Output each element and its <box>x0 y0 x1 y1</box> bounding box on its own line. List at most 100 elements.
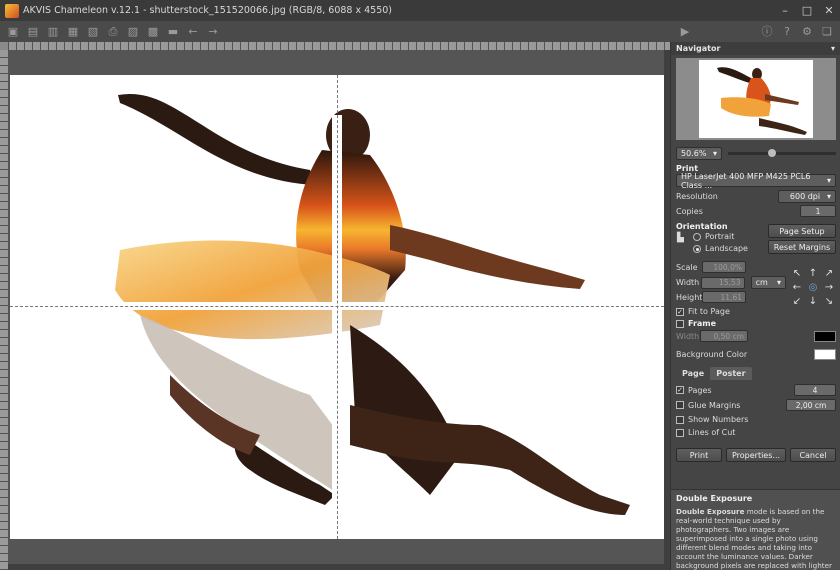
resolution-dropdown[interactable]: 600 dpi ▾ <box>778 190 836 203</box>
align-top-right-icon[interactable]: ↗ <box>821 268 837 282</box>
navigator-preview[interactable] <box>676 58 836 140</box>
glue-margins-input[interactable]: 2,00 cm <box>786 399 836 411</box>
lines-of-cut-checkbox[interactable] <box>676 428 684 437</box>
fit-to-page-label: Fit to Page <box>688 307 730 316</box>
page-orientation-icon: ▙ <box>677 233 684 243</box>
copies-label: Copies <box>676 206 703 216</box>
cut-line-vertical <box>337 75 338 539</box>
lines-of-cut-label: Lines of Cut <box>688 428 736 437</box>
background-color-label: Background Color <box>676 350 748 359</box>
unit-value: cm <box>755 278 768 287</box>
horizontal-scrollbar[interactable] <box>8 564 664 570</box>
tips-icon[interactable]: ❏ <box>820 24 834 38</box>
redo-icon[interactable]: → <box>206 25 220 39</box>
navigator-header: Navigator ▾ <box>671 42 840 55</box>
fit-to-page-checkbox[interactable]: ✓ <box>676 307 684 316</box>
layers-icon[interactable]: ▨ <box>126 25 140 39</box>
frame-row[interactable]: Frame <box>676 319 836 328</box>
cancel-button[interactable]: Cancel <box>790 448 836 462</box>
pages-option[interactable]: ✓ Pages <box>676 386 712 395</box>
resolution-value: 600 dpi <box>789 192 821 201</box>
zoom-slider-handle[interactable] <box>768 148 776 157</box>
info-icon[interactable]: ⓘ <box>760 24 774 38</box>
right-panel: Navigator ▾ 50.6% ▾ Print HP LaserJet 400… <box>670 42 840 570</box>
background-color-swatch[interactable] <box>814 349 836 360</box>
height-input[interactable]: 11,61 <box>702 291 746 303</box>
window-controls: – □ ✕ <box>774 0 840 21</box>
portrait-option[interactable]: Portrait <box>693 232 763 241</box>
minimize-icon[interactable]: – <box>774 0 796 21</box>
zoom-slider[interactable] <box>728 148 836 157</box>
copies-row: Copies 1 <box>676 205 836 217</box>
show-numbers-row[interactable]: Show Numbers <box>676 415 836 424</box>
align-left-icon[interactable]: ← <box>789 282 805 296</box>
help-panel: Double Exposure Double Exposure mode is … <box>671 489 840 570</box>
landscape-radio[interactable] <box>693 244 701 253</box>
canvas-area <box>0 42 670 570</box>
navigator-title: Navigator <box>676 44 721 53</box>
ruler-vertical <box>0 50 8 570</box>
resolution-label: Resolution <box>676 192 718 201</box>
pages-checkbox[interactable]: ✓ <box>676 386 684 394</box>
print-button[interactable]: Print <box>676 448 722 462</box>
landscape-option[interactable]: Landscape <box>693 244 763 253</box>
settings-gear-icon[interactable]: ⚙ <box>800 24 814 38</box>
align-right-icon[interactable]: → <box>821 282 837 296</box>
unit-dropdown[interactable]: cm ▾ <box>750 276 786 289</box>
zoom-dropdown[interactable]: 50.6% ▾ <box>676 146 722 160</box>
frame-checkbox[interactable] <box>676 319 684 328</box>
align-top-left-icon[interactable]: ↖ <box>789 268 805 282</box>
undo-icon[interactable]: ← <box>186 25 200 39</box>
chevron-down-icon: ▾ <box>712 148 717 158</box>
print-icon[interactable]: ⎙ <box>106 25 120 39</box>
dialog-buttons: Print Properties... Cancel <box>676 448 836 462</box>
copies-input[interactable]: 1 <box>800 205 836 217</box>
align-top-icon[interactable]: ↑ <box>805 268 821 282</box>
zoom-row: 50.6% ▾ <box>676 146 836 160</box>
close-icon[interactable]: ✕ <box>818 0 840 21</box>
portrait-radio[interactable] <box>693 232 701 241</box>
orientation-icon-row: ▙ <box>677 233 691 243</box>
chevron-down-icon: ▾ <box>826 192 831 201</box>
frame-width-input[interactable]: 0,50 cm <box>700 330 748 342</box>
fit-to-page-row[interactable]: ✓ Fit to Page <box>676 307 836 316</box>
save-icon[interactable]: ▤ <box>26 25 40 39</box>
page-setup-row: Page Setup <box>768 224 836 238</box>
open-file-icon[interactable]: ▣ <box>6 25 20 39</box>
width-label: Width <box>676 278 700 287</box>
glue-margins-row: Glue Margins 2,00 cm <box>676 399 836 411</box>
glue-margins-checkbox[interactable] <box>676 401 684 409</box>
fragment-icon[interactable]: ▩ <box>146 25 160 39</box>
pages-row: ✓ Pages 4 <box>676 384 836 396</box>
pages-label: Pages <box>688 385 712 395</box>
reset-margins-button[interactable]: Reset Margins <box>768 240 836 254</box>
help-icon[interactable]: ? <box>780 24 794 38</box>
tab-poster[interactable]: Poster <box>710 367 752 380</box>
share-icon[interactable]: ▦ <box>66 25 80 39</box>
printer-row: HP LaserJet 400 MFP M425 PCL6 Class ... ▾ <box>676 172 836 190</box>
toolbar: ▣ ▤ ▥ ▦ ▧ ⎙ ▨ ▩ ▬ ← → ▶ ⓘ ? ⚙ ❏ <box>0 21 840 42</box>
background-color-row: Background Color <box>676 349 836 360</box>
scale-input[interactable]: 100,0% <box>702 261 746 273</box>
page-setup-button[interactable]: Page Setup <box>768 224 836 238</box>
maximize-icon[interactable]: □ <box>796 0 818 21</box>
width-input[interactable]: 15,53 <box>701 276 745 289</box>
properties-button[interactable]: Properties... <box>726 448 786 462</box>
show-numbers-checkbox[interactable] <box>676 415 684 424</box>
glue-margins-label: Glue Margins <box>688 400 741 410</box>
tab-page[interactable]: Page <box>676 367 710 380</box>
pages-input[interactable]: 4 <box>794 384 836 396</box>
resolution-row: Resolution 600 dpi ▾ <box>676 190 836 203</box>
align-center-icon[interactable]: ◎ <box>805 282 821 296</box>
chart-icon[interactable]: ▬ <box>166 25 180 39</box>
export-icon[interactable]: ▥ <box>46 25 60 39</box>
glue-margins-option[interactable]: Glue Margins <box>676 401 740 410</box>
run-icon[interactable]: ▶ <box>678 25 692 39</box>
frame-color-swatch[interactable] <box>814 330 836 342</box>
ruler-horizontal <box>8 42 670 50</box>
lines-of-cut-row[interactable]: Lines of Cut <box>676 428 836 437</box>
collapse-arrow-icon[interactable]: ▾ <box>831 44 835 53</box>
navigator-thumbnail <box>699 60 813 138</box>
batch-icon[interactable]: ▧ <box>86 25 100 39</box>
printer-dropdown[interactable]: HP LaserJet 400 MFP M425 PCL6 Class ... ▾ <box>676 172 836 190</box>
